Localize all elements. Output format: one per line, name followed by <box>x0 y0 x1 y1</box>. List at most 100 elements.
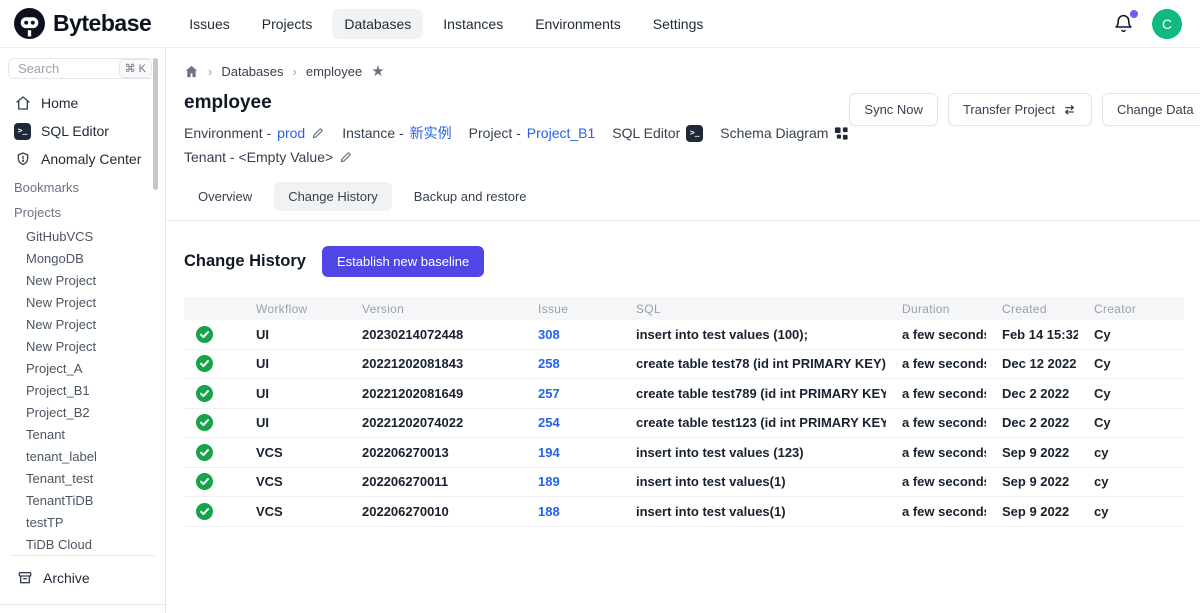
status-cell <box>184 414 240 431</box>
sidebar-project-item[interactable]: Project_A <box>24 357 157 379</box>
sidebar-project-item[interactable]: New Project <box>24 269 157 291</box>
transfer-project-button[interactable]: Transfer Project <box>948 93 1092 126</box>
notification-dot <box>1130 10 1138 18</box>
avatar[interactable]: C <box>1152 9 1182 39</box>
success-check-icon <box>196 473 213 490</box>
topnav-item[interactable]: Projects <box>250 9 325 39</box>
sql-editor-shortcut[interactable]: SQL Editor >_ <box>612 125 703 142</box>
tab-overview[interactable]: Overview <box>184 182 266 211</box>
table-row[interactable]: VCS 202206270010 188 insert into test va… <box>184 497 1184 527</box>
sync-now-button[interactable]: Sync Now <box>849 93 938 126</box>
tenant-label: Tenant - <Empty Value> <box>184 149 333 165</box>
breadcrumb-home-icon[interactable] <box>184 64 199 79</box>
issue-link[interactable]: 308 <box>538 327 560 342</box>
issue-link[interactable]: 188 <box>538 504 560 519</box>
instance-link[interactable]: 新实例 <box>410 123 452 143</box>
issue-link[interactable]: 257 <box>538 386 560 401</box>
sidebar-scrollbar[interactable] <box>153 58 158 190</box>
issue-link[interactable]: 254 <box>538 415 560 430</box>
sidebar-project-item[interactable]: New Project <box>24 335 157 357</box>
topnav-item-label: Environments <box>535 16 621 32</box>
table-body: UI 20230214072448 308 insert into test v… <box>184 320 1184 527</box>
sidebar-project-item[interactable]: tenant_label <box>24 445 157 467</box>
sidebar-project-item[interactable]: New Project <box>24 291 157 313</box>
project-link[interactable]: Project_B1 <box>527 125 595 141</box>
issue-link[interactable]: 258 <box>538 356 560 371</box>
cell-workflow: VCS <box>240 504 346 519</box>
projects-list: GitHubVCSMongoDBNew ProjectNew ProjectNe… <box>8 225 157 555</box>
sidebar-item-sql-editor[interactable]: >_ SQL Editor <box>8 117 157 145</box>
table-row[interactable]: UI 20221202081843 258 create table test7… <box>184 350 1184 380</box>
table-row[interactable]: UI 20221202081649 257 create table test7… <box>184 379 1184 409</box>
sql-editor-label: SQL Editor <box>612 125 680 141</box>
sidebar-project-item[interactable]: New Project <box>24 313 157 335</box>
cell-creator: cy <box>1078 474 1184 489</box>
cell-duration: a few seconds <box>886 415 986 430</box>
cell-sql: create table test78 (id int PRIMARY KEY) <box>620 356 886 371</box>
status-cell <box>184 473 240 490</box>
column-header: Duration <box>886 302 986 316</box>
issue-link[interactable]: 194 <box>538 445 560 460</box>
table-row[interactable]: VCS 202206270013 194 insert into test va… <box>184 438 1184 468</box>
table-row[interactable]: UI 20230214072448 308 insert into test v… <box>184 320 1184 350</box>
sidebar-project-item[interactable]: TiDB Cloud <box>24 533 157 555</box>
sidebar-item-label: Archive <box>43 570 90 586</box>
column-header: Issue <box>522 302 620 316</box>
sidebar-project-item[interactable]: Project_B1 <box>24 379 157 401</box>
cell-creator: Cy <box>1078 386 1184 401</box>
bytebase-logo[interactable]: Bytebase <box>14 8 151 39</box>
establish-baseline-button[interactable]: Establish new baseline <box>322 246 484 277</box>
topnav-item[interactable]: Issues <box>177 9 241 39</box>
environment-link[interactable]: prod <box>277 125 305 141</box>
breadcrumb: › Databases › employee ★ <box>184 64 1184 79</box>
main-content: › Databases › employee ★ employee Enviro… <box>166 48 1200 613</box>
environment-label: Environment - <box>184 125 271 141</box>
sidebar-project-item[interactable]: testTP <box>24 511 157 533</box>
search-input[interactable] <box>18 61 96 76</box>
topnav-item-label: Databases <box>344 16 411 32</box>
edit-pencil-icon[interactable] <box>339 150 353 164</box>
sidebar-project-item[interactable]: MongoDB <box>24 247 157 269</box>
change-data-button[interactable]: Change Data <box>1102 93 1200 126</box>
topnav-item[interactable]: Instances <box>431 9 515 39</box>
tab-backup-and-restore[interactable]: Backup and restore <box>400 182 541 211</box>
edit-pen-icon[interactable] <box>311 126 325 140</box>
table-row[interactable]: UI 20221202074022 254 create table test1… <box>184 409 1184 439</box>
success-check-icon <box>196 414 213 431</box>
sql-editor-icon: >_ <box>686 125 703 142</box>
topnav-right: C <box>1111 9 1182 39</box>
schema-diagram-shortcut[interactable]: Schema Diagram <box>720 125 849 141</box>
sidebar-project-item[interactable]: Project_B2 <box>24 401 157 423</box>
search-shortcut-badge: ⌘ K <box>119 59 152 78</box>
topnav-item[interactable]: Settings <box>641 9 716 39</box>
tab-change-history[interactable]: Change History <box>274 182 392 211</box>
top-navigation: Bytebase Issues Projects Databases Insta… <box>0 0 1200 48</box>
topnav-item-label: Projects <box>262 16 313 32</box>
sidebar-project-item[interactable]: TenantTiDB <box>24 489 157 511</box>
success-check-icon <box>196 355 213 372</box>
issue-link[interactable]: 189 <box>538 474 560 489</box>
cell-version: 20230214072448 <box>346 327 522 342</box>
sidebar-project-item[interactable]: GitHubVCS <box>24 225 157 247</box>
breadcrumb-databases[interactable]: Databases <box>221 64 283 79</box>
enterprise-plan-link[interactable]: Enterprise Plan <box>0 604 166 613</box>
bookmark-star-icon[interactable]: ★ <box>371 64 384 79</box>
cell-workflow: UI <box>240 415 346 430</box>
topnav-item[interactable]: Environments <box>523 9 633 39</box>
projects-section-label: Projects <box>8 198 157 223</box>
success-check-icon <box>196 503 213 520</box>
table-row[interactable]: VCS 202206270011 189 insert into test va… <box>184 468 1184 498</box>
notification-bell-icon[interactable] <box>1111 11 1136 36</box>
breadcrumb-employee[interactable]: employee <box>306 64 362 79</box>
topnav-item[interactable]: Databases <box>332 9 423 39</box>
database-tabs: Overview Change History Backup and resto… <box>184 182 1184 211</box>
cell-duration: a few seconds <box>886 474 986 489</box>
sidebar-item-archive[interactable]: Archive <box>10 564 155 592</box>
sidebar-item-home[interactable]: Home <box>8 89 157 117</box>
sidebar-project-item[interactable]: Tenant_test <box>24 467 157 489</box>
cell-workflow: VCS <box>240 474 346 489</box>
page-header-left: employee Environment - prod Instance - <box>184 79 849 165</box>
sidebar-project-item[interactable]: Tenant <box>24 423 157 445</box>
sidebar-item-anomaly-center[interactable]: Anomaly Center <box>8 145 157 173</box>
search-box[interactable]: ⌘ K <box>8 58 157 79</box>
